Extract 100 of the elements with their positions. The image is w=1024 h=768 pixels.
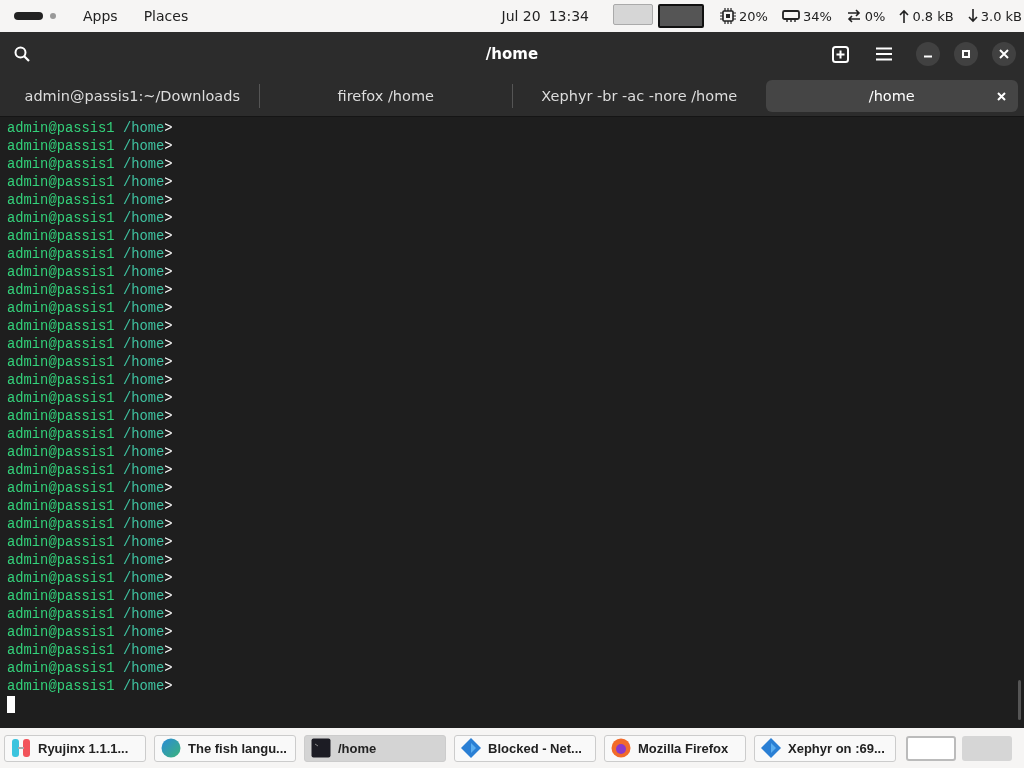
prompt-symbol: >	[164, 175, 173, 190]
prompt-path: /home	[122, 229, 165, 244]
prompt-path: /home	[122, 481, 165, 496]
download-arrow-icon	[967, 9, 978, 23]
prompt-symbol: >	[164, 517, 173, 532]
prompt-symbol: >	[164, 211, 173, 226]
prompt-path: /home	[122, 355, 165, 370]
firefox-icon	[611, 738, 631, 758]
chip-icon	[720, 8, 737, 24]
prompt-user: admin@passis1	[7, 121, 115, 136]
prompt-symbol: >	[164, 157, 173, 172]
prompt-symbol: >	[164, 463, 173, 478]
prompt-user: admin@passis1	[7, 175, 115, 190]
prompt-symbol: >	[164, 679, 173, 694]
prompt-user: admin@passis1	[7, 265, 115, 280]
taskbar-button[interactable]: Ryujinx 1.1.1...	[4, 734, 146, 762]
search-icon	[14, 46, 30, 62]
prompt-user: admin@passis1	[7, 589, 115, 604]
swap-arrows-icon	[845, 8, 862, 24]
prompt-path: /home	[122, 571, 165, 586]
prompt-symbol: >	[164, 391, 173, 406]
prompt-user: admin@passis1	[7, 481, 115, 496]
prompt-path: /home	[122, 499, 165, 514]
prompt-user: admin@passis1	[7, 355, 115, 370]
prompt-symbol: >	[164, 337, 173, 352]
apps-menu[interactable]: Apps	[83, 8, 118, 24]
prompt-path: /home	[122, 319, 165, 334]
terminal-tab[interactable]: /home	[765, 80, 1018, 112]
prompt-user: admin@passis1	[7, 535, 115, 550]
taskbar-button[interactable]: Xephyr on :69...	[754, 734, 896, 762]
taskbar-button[interactable]: Blocked - Net...	[454, 734, 596, 762]
prompt-path: /home	[122, 373, 165, 388]
maximize-button[interactable]	[954, 42, 978, 66]
indicator-value: 0.8 kB	[912, 8, 954, 24]
prompt-path: /home	[122, 247, 165, 262]
plus-box-icon	[831, 45, 849, 63]
prompt-user: admin@passis1	[7, 157, 115, 172]
diamond-icon	[761, 738, 781, 758]
prompt-path: /home	[122, 607, 165, 622]
prompt-user: admin@passis1	[7, 211, 115, 226]
taskbar-button[interactable]: Mozilla Firefox	[604, 734, 746, 762]
app-icon	[11, 738, 31, 758]
close-tab-icon[interactable]	[997, 91, 1006, 101]
close-button[interactable]	[992, 42, 1016, 66]
prompt-symbol: >	[164, 643, 173, 658]
prompt-path: /home	[122, 139, 165, 154]
indicator-value: 0%	[864, 8, 886, 24]
prompt-path: /home	[122, 517, 165, 532]
prompt-path: /home	[122, 121, 165, 136]
prompt-user: admin@passis1	[7, 571, 115, 586]
terminal-tab[interactable]: firefox /home	[259, 80, 512, 112]
prompt-symbol: >	[164, 229, 173, 244]
prompt-symbol: >	[164, 121, 173, 136]
prompt-symbol: >	[164, 247, 173, 262]
prompt-user: admin@passis1	[7, 247, 115, 262]
places-menu[interactable]: Places	[143, 8, 189, 24]
prompt-path: /home	[122, 679, 165, 694]
prompt-path: /home	[122, 463, 165, 478]
memory-icon	[781, 9, 800, 23]
indicator-value: 3.0 kB	[980, 8, 1022, 24]
prompt-user: admin@passis1	[7, 607, 115, 622]
prompt-symbol: >	[164, 265, 173, 280]
prompt-user: admin@passis1	[7, 517, 115, 532]
prompt-symbol: >	[164, 625, 173, 640]
terminal-tab[interactable]: Xephyr -br -ac -nore /home	[513, 80, 766, 112]
prompt-symbol: >	[164, 661, 173, 676]
prompt-user: admin@passis1	[7, 193, 115, 208]
prompt-symbol: >	[164, 481, 173, 496]
prompt-user: admin@passis1	[7, 625, 115, 640]
prompt-user: admin@passis1	[7, 319, 115, 334]
minimize-button[interactable]	[916, 42, 940, 66]
prompt-path: /home	[122, 409, 165, 424]
prompt-symbol: >	[164, 607, 173, 622]
workspace-button[interactable]	[658, 4, 705, 28]
prompt-symbol: >	[164, 319, 173, 334]
prompt-symbol: >	[164, 283, 173, 298]
prompt-user: admin@passis1	[7, 661, 115, 676]
taskbar-button[interactable]: The fish langu...	[154, 734, 296, 762]
prompt-path: /home	[122, 589, 165, 604]
prompt-user: admin@passis1	[7, 427, 115, 442]
terminal-tab[interactable]: admin@passis1:~/Downloads	[6, 80, 259, 112]
activities-icon[interactable]	[14, 12, 56, 20]
prompt-path: /home	[122, 625, 165, 640]
prompt-path: /home	[122, 193, 165, 208]
upload-arrow-icon	[899, 9, 910, 23]
taskbar-button[interactable]: /home	[304, 734, 446, 762]
prompt-user: admin@passis1	[7, 337, 115, 352]
prompt-symbol: >	[164, 445, 173, 460]
prompt-symbol: >	[164, 373, 173, 388]
prompt-user: admin@passis1	[7, 301, 115, 316]
prompt-path: /home	[122, 535, 165, 550]
prompt-user: admin@passis1	[7, 229, 115, 244]
prompt-symbol: >	[164, 355, 173, 370]
prompt-symbol: >	[164, 535, 173, 550]
prompt-path: /home	[122, 211, 165, 226]
prompt-path: /home	[122, 445, 165, 460]
scrollbar[interactable]	[1018, 680, 1021, 720]
globe-icon	[161, 738, 181, 758]
close-icon	[999, 49, 1009, 59]
prompt-path: /home	[122, 661, 165, 676]
